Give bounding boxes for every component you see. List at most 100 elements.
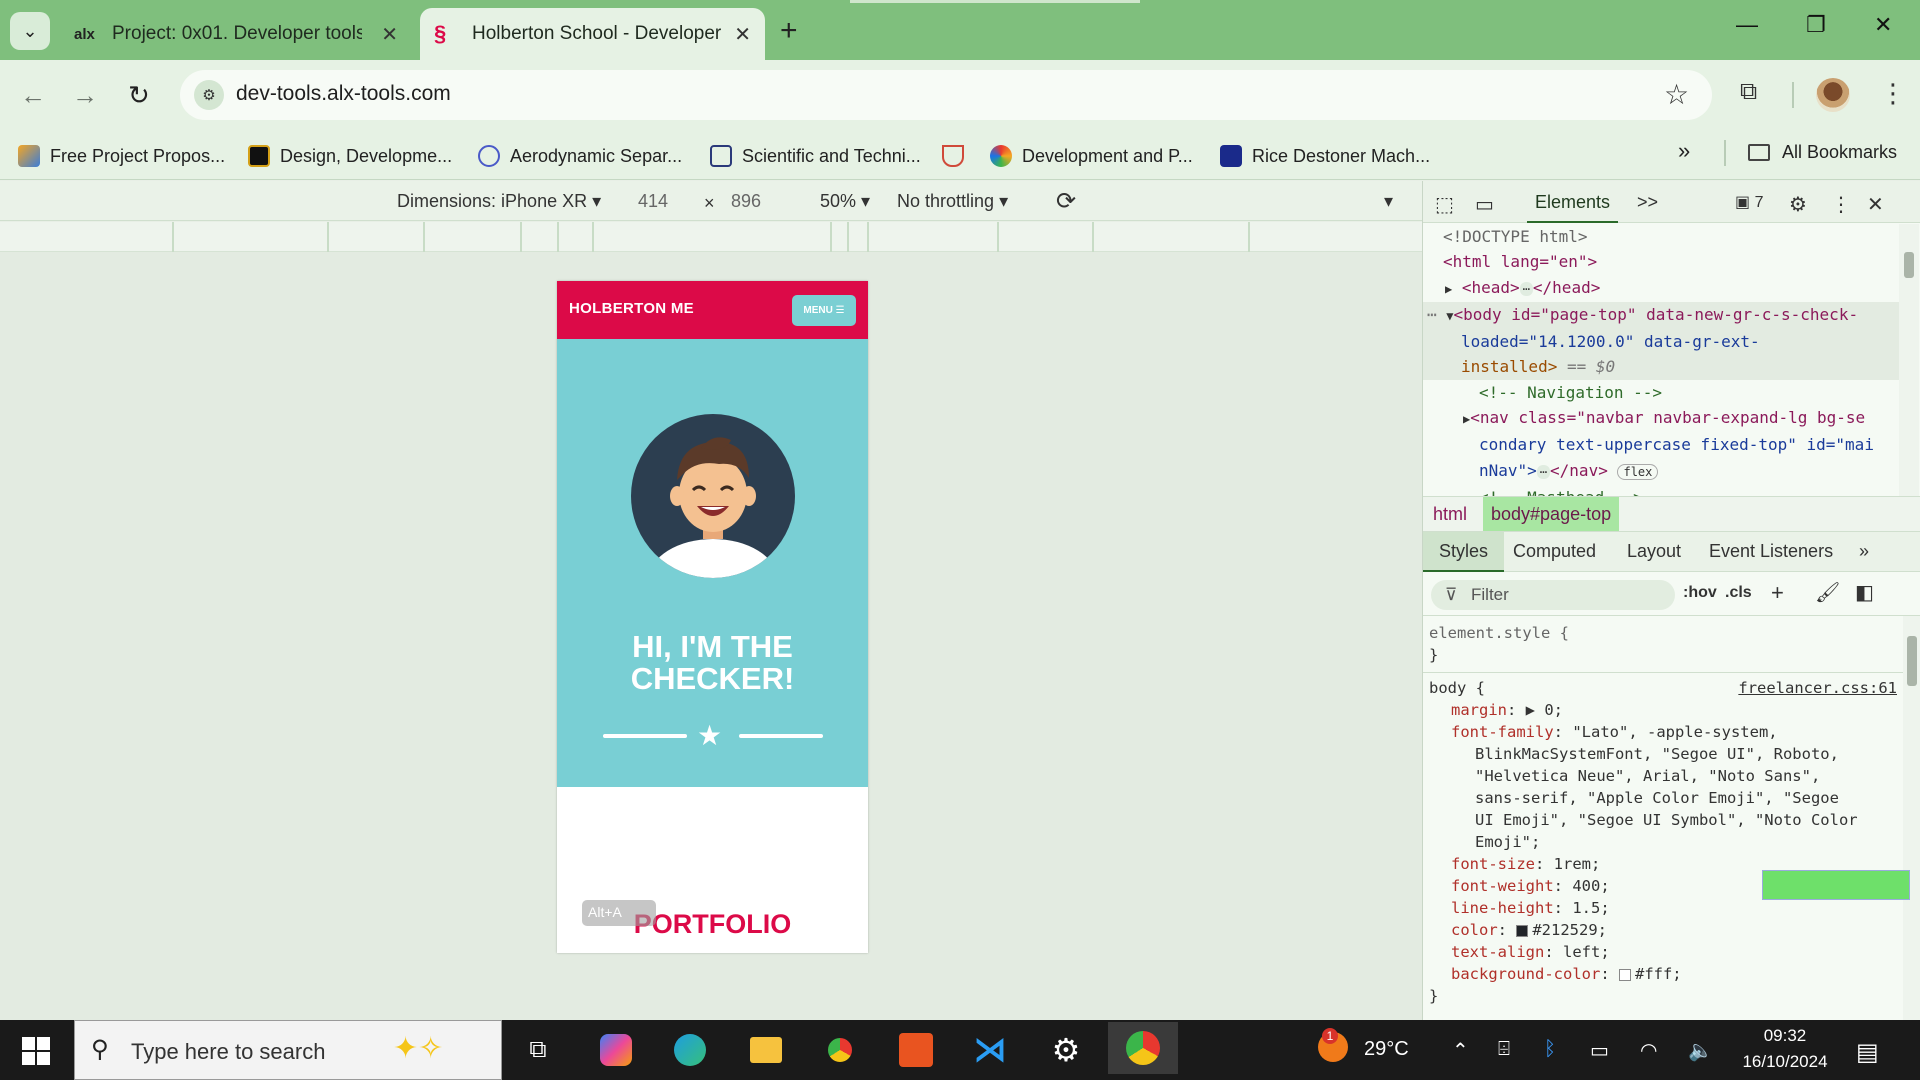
device-width-input[interactable]: 414 xyxy=(638,191,668,212)
minimize-icon[interactable]: — xyxy=(1736,12,1758,38)
new-tab-button[interactable]: + xyxy=(780,14,798,48)
dom-scrollbar[interactable] xyxy=(1899,224,1919,496)
restore-icon[interactable]: ❐ xyxy=(1806,12,1826,38)
bluetooth-icon[interactable]: ᛒ xyxy=(1544,1038,1556,1061)
bookmark-item[interactable]: Scientific and Techni... xyxy=(710,142,921,170)
css-declaration[interactable]: font-family: "Lato", -apple-system, xyxy=(1429,721,1897,743)
edge-icon[interactable] xyxy=(660,1028,720,1072)
bookmark-item[interactable]: Development and P... xyxy=(990,142,1193,170)
cls-toggle[interactable]: .cls xyxy=(1725,584,1752,602)
settings-gear-icon[interactable]: ⚙ xyxy=(1789,192,1807,217)
site-menu-button[interactable]: MENU ☰ xyxy=(792,295,856,326)
dom-comment[interactable]: <!-- Navigation --> xyxy=(1423,380,1903,405)
styles-scrollbar[interactable] xyxy=(1903,616,1920,1020)
bookmark-item[interactable]: Free Project Propos... xyxy=(18,142,225,170)
url-text[interactable]: dev-tools.alx-tools.com xyxy=(236,82,451,106)
color-swatch[interactable] xyxy=(1516,924,1529,937)
toggle-sidebar-icon[interactable]: ◧ xyxy=(1855,580,1874,605)
vscode-icon[interactable]: ⋊ xyxy=(960,1028,1020,1072)
css-declaration[interactable]: text-align: left; xyxy=(1429,941,1897,963)
battery-icon[interactable]: ▭ xyxy=(1590,1038,1609,1063)
css-declaration[interactable]: sans-serif, "Apple Color Emoji", "Segoe xyxy=(1429,787,1897,809)
tab-alx-project[interactable]: alx Project: 0x01. Developer tools | ✕ xyxy=(62,8,412,60)
clock-date[interactable]: 16/10/2024 xyxy=(1732,1052,1838,1072)
devtools-menu-icon[interactable]: ⋮ xyxy=(1831,192,1851,217)
dom-nav-cont[interactable]: condary text-uppercase fixed-top" id="ma… xyxy=(1423,432,1903,457)
css-declaration[interactable]: UI Emoji", "Segoe UI Symbol", "Noto Colo… xyxy=(1429,809,1897,831)
floating-widget[interactable] xyxy=(1762,870,1910,900)
reload-icon[interactable]: ↻ xyxy=(128,80,150,111)
color-swatch[interactable] xyxy=(1618,968,1631,981)
site-info-icon[interactable]: ⚙ xyxy=(194,80,224,110)
dom-head[interactable]: ▶ <head> ⋯ </head> xyxy=(1423,275,1903,302)
issues-counter[interactable]: ▣ 7 xyxy=(1735,192,1763,212)
bookmarks-overflow-button[interactable]: » xyxy=(1678,138,1690,164)
site-brand[interactable]: HOLBERTON ME xyxy=(569,300,694,317)
breadcrumb-html[interactable]: html xyxy=(1433,504,1467,525)
bookmark-item[interactable] xyxy=(942,142,974,170)
zoom-select[interactable]: 50% ▾ xyxy=(820,191,870,212)
css-declaration[interactable]: color: #212529; xyxy=(1429,919,1897,941)
copilot-icon[interactable] xyxy=(586,1028,646,1072)
hov-toggle[interactable]: :hov xyxy=(1683,584,1717,602)
taskbar-search-box[interactable]: ⚲ Type here to search ✦✧ xyxy=(74,1020,502,1080)
source-link[interactable]: freelancer.css:61 xyxy=(1738,677,1897,699)
css-declaration[interactable]: Emoji"; xyxy=(1429,831,1897,853)
device-toolbar-options-icon[interactable]: ▾ xyxy=(1384,191,1393,212)
bookmark-item[interactable]: Design, Developme... xyxy=(248,142,452,170)
device-toggle-icon[interactable]: ▭ xyxy=(1475,192,1494,217)
dom-body-attrs[interactable]: installed> == $0 xyxy=(1423,354,1903,380)
css-declaration[interactable]: "Helvetica Neue", Arial, "Noto Sans", xyxy=(1429,765,1897,787)
close-devtools-icon[interactable]: ✕ xyxy=(1867,192,1884,217)
file-explorer-icon[interactable] xyxy=(736,1028,796,1072)
back-icon[interactable]: ← xyxy=(20,80,46,111)
clock-time[interactable]: 09:32 xyxy=(1740,1026,1830,1046)
settings-gear-icon[interactable]: ⚙ xyxy=(1036,1028,1096,1072)
css-declaration[interactable]: BlinkMacSystemFont, "Segoe UI", Roboto, xyxy=(1429,743,1897,765)
dom-comment[interactable]: <!-- Masthead --> xyxy=(1423,485,1903,496)
task-view-icon[interactable]: ⧉ xyxy=(508,1028,568,1072)
paint-brush-icon[interactable]: 🖌 xyxy=(1815,580,1840,605)
tab-styles[interactable]: Styles xyxy=(1423,532,1505,572)
tab-search-button[interactable]: ⌄ xyxy=(10,12,50,50)
chevron-up-icon[interactable]: ⌃ xyxy=(1452,1038,1469,1063)
all-bookmarks-button[interactable]: All Bookmarks xyxy=(1748,142,1897,163)
device-dimensions-select[interactable]: Dimensions: iPhone XR ▾ xyxy=(397,191,601,212)
ubuntu-icon[interactable] xyxy=(886,1028,946,1072)
dom-body-selected[interactable]: ⋯ ▼<body id="page-top" data-new-gr-c-s-c… xyxy=(1423,301,1903,330)
inspect-element-icon[interactable]: ⬚ xyxy=(1435,192,1454,217)
new-style-rule-icon[interactable]: + xyxy=(1771,580,1784,606)
css-declaration[interactable]: margin: ▶ 0; xyxy=(1429,699,1897,721)
dom-html[interactable]: <html lang="en"> xyxy=(1423,249,1903,274)
flex-badge[interactable]: flex xyxy=(1617,463,1659,480)
more-tabs-icon[interactable]: » xyxy=(1859,541,1869,562)
tab-event-listeners[interactable]: Event Listeners xyxy=(1709,541,1833,562)
breadcrumb-body[interactable]: body#page-top xyxy=(1483,497,1620,531)
device-icon[interactable]: ⌹ xyxy=(1498,1038,1510,1061)
chrome-icon[interactable] xyxy=(810,1028,870,1072)
bookmark-item[interactable]: Rice Destoner Mach... xyxy=(1220,142,1430,170)
css-declaration[interactable]: background-color: #fff; xyxy=(1429,963,1897,985)
dom-nav-cont[interactable]: nNav"> ⋯ </nav> flex xyxy=(1423,458,1903,485)
device-height-input[interactable]: 896 xyxy=(731,191,761,212)
windows-start-icon[interactable] xyxy=(22,1037,50,1065)
close-window-icon[interactable]: ✕ xyxy=(1874,12,1892,38)
tab-elements[interactable]: Elements xyxy=(1527,181,1619,223)
profile-avatar[interactable] xyxy=(1816,78,1850,112)
close-tab-icon[interactable]: ✕ xyxy=(734,22,751,47)
extensions-puzzle-icon[interactable]: ⧉ xyxy=(1740,78,1757,106)
dom-body-attrs[interactable]: loaded="14.1200.0" data-gr-ext- xyxy=(1423,329,1903,355)
volume-icon[interactable]: 🔈 xyxy=(1688,1038,1713,1063)
tab-holberton-active[interactable]: § Holberton School - Developer t ✕ xyxy=(420,8,765,60)
close-tab-icon[interactable]: ✕ xyxy=(381,22,398,47)
css-declaration[interactable]: line-height: 1.5; xyxy=(1429,897,1897,919)
tab-layout[interactable]: Layout xyxy=(1627,541,1681,562)
kebab-menu-icon[interactable]: ⋮ xyxy=(1880,78,1906,109)
more-tabs-icon[interactable]: >> xyxy=(1637,192,1658,213)
rotate-icon[interactable]: ⟳ xyxy=(1056,187,1076,216)
throttling-select[interactable]: No throttling ▾ xyxy=(897,191,1008,212)
bookmark-star-icon[interactable]: ☆ xyxy=(1664,78,1689,111)
bookmark-item[interactable]: Aerodynamic Separ... xyxy=(478,142,682,170)
wifi-icon[interactable]: ◠ xyxy=(1640,1038,1657,1063)
dom-doctype[interactable]: <!DOCTYPE html> xyxy=(1423,224,1903,249)
